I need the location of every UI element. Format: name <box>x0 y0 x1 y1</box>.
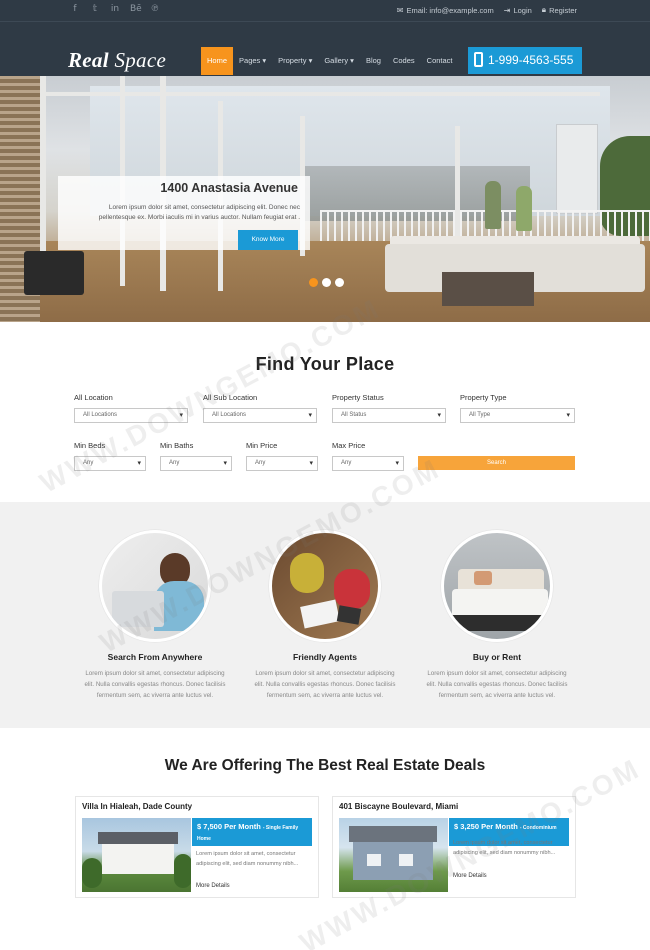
window-frame <box>40 92 600 96</box>
behance-icon[interactable]: Bē <box>130 4 142 14</box>
location-select[interactable]: All Locations <box>74 408 188 423</box>
nav-codes[interactable]: Codes <box>387 47 421 75</box>
feature-card: Buy or Rent Lorem ipsum dolor sit amet, … <box>422 530 572 701</box>
max-price-select[interactable]: Any <box>332 456 404 471</box>
hero-chair <box>24 251 84 295</box>
phone-number: 1-999-4563-555 <box>488 53 574 67</box>
feature-title: Friendly Agents <box>293 652 357 662</box>
pinterest-icon[interactable]: ℗ <box>150 4 160 14</box>
search-button[interactable]: Search <box>418 456 575 470</box>
nav-gallery[interactable]: Gallery ▾ <box>318 47 360 75</box>
feature-text: Lorem ipsum dolor sit amet, consectetur … <box>426 670 568 699</box>
window-frame <box>455 126 460 246</box>
deal-name[interactable]: Villa In Hialeah, Dade County <box>82 802 192 811</box>
slide-caption: 1400 Anastasia Avenue Lorem ipsum dolor … <box>58 176 310 250</box>
slider-dot[interactable] <box>335 278 344 287</box>
lock-icon: 🔒︎ <box>541 5 547 14</box>
top-bar: f 𝕥 in Bē ℗ ✉ Email: info@example.com ⇥ … <box>0 0 650 22</box>
beds-label: Min Beds <box>74 441 106 450</box>
nav-contact[interactable]: Contact <box>421 47 459 75</box>
linkedin-icon[interactable]: in <box>110 4 120 14</box>
baths-select[interactable]: Any <box>160 456 232 471</box>
status-label: Property Status <box>332 393 384 402</box>
sub-location-label: All Sub Location <box>203 393 258 402</box>
top-links: ✉ Email: info@example.com ⇥ Login 🔒︎ Reg… <box>397 5 577 15</box>
twitter-icon[interactable]: 𝕥 <box>90 4 100 14</box>
login-icon: ⇥ <box>503 5 511 15</box>
window-frame <box>40 76 46 276</box>
max-price-label: Max Price <box>332 441 366 450</box>
deal-more-link[interactable]: More Details <box>453 873 487 879</box>
feature-image <box>269 530 381 642</box>
nav-blog[interactable]: Blog <box>360 47 387 75</box>
main-nav: Home Pages ▾ Property ▾ Gallery ▾ Blog C… <box>201 47 459 75</box>
deal-card[interactable]: Villa In Hialeah, Dade County $ 7,500 Pe… <box>75 796 319 898</box>
deal-price: $ 3,250 Per Month <box>454 822 518 831</box>
phone-button[interactable]: 1-999-4563-555 <box>468 47 582 74</box>
features-section: Search From Anywhere Lorem ipsum dolor s… <box>0 502 650 728</box>
sub-location-select[interactable]: All Locations <box>203 408 317 423</box>
feature-image <box>99 530 211 642</box>
min-price-select[interactable]: Any <box>246 456 318 471</box>
hero-table <box>442 272 534 306</box>
location-label: All Location <box>74 393 113 402</box>
nav-pages[interactable]: Pages ▾ <box>233 47 272 75</box>
hero-person <box>485 181 501 229</box>
feature-title: Search From Anywhere <box>107 652 203 662</box>
feature-card: Search From Anywhere Lorem ipsum dolor s… <box>80 530 230 701</box>
envelope-icon: ✉ <box>396 5 404 15</box>
site-logo[interactable]: Real Space <box>68 48 166 73</box>
feature-card: Friendly Agents Lorem ipsum dolor sit am… <box>250 530 400 701</box>
hero-tower <box>556 124 598 214</box>
deal-more-link[interactable]: More Details <box>196 883 230 889</box>
baths-label: Min Baths <box>160 441 194 450</box>
email-link[interactable]: ✉ Email: info@example.com <box>397 5 494 15</box>
feature-text: Lorem ipsum dolor sit amet, consectetur … <box>254 670 396 699</box>
register-link[interactable]: 🔒︎ Register <box>542 5 577 15</box>
nav-home[interactable]: Home <box>201 47 234 75</box>
deal-name[interactable]: 401 Biscayne Boulevard, Miami <box>339 802 458 811</box>
email-text: Email: info@example.com <box>406 5 494 15</box>
beds-select[interactable]: Any <box>74 456 146 471</box>
deal-description: Lorem ipsum dolor sit amet, consectetur … <box>453 840 556 856</box>
login-link[interactable]: ⇥ Login <box>504 5 532 15</box>
mobile-phone-icon <box>474 52 483 67</box>
deal-price-badge: $ 7,500 Per Month - Single Family Home <box>192 818 312 846</box>
slider-dot[interactable] <box>322 278 331 287</box>
min-price-label: Min Price <box>246 441 278 450</box>
feature-text: Lorem ipsum dolor sit amet, consectetur … <box>84 670 226 699</box>
type-select[interactable]: All Type <box>460 408 575 423</box>
type-label: Property Type <box>460 393 507 402</box>
social-links: f 𝕥 in Bē ℗ <box>70 4 160 14</box>
know-more-button[interactable]: Know More <box>238 230 298 250</box>
logo-bold: Real <box>68 48 109 72</box>
status-select[interactable]: All Status <box>332 408 446 423</box>
deal-photo[interactable] <box>82 818 191 892</box>
slide-text: Lorem ipsum dolor sit amet, consectetur … <box>98 204 300 221</box>
deals-title: We Are Offering The Best Real Estate Dea… <box>164 757 486 774</box>
facebook-icon[interactable]: f <box>70 4 80 14</box>
deal-photo[interactable] <box>339 818 448 892</box>
nav-property[interactable]: Property ▾ <box>272 47 318 75</box>
site-header: f 𝕥 in Bē ℗ ✉ Email: info@example.com ⇥ … <box>0 0 650 76</box>
feature-image <box>441 530 553 642</box>
login-text: Login <box>513 5 532 15</box>
deal-tag: - Condominium <box>519 825 557 831</box>
deal-price: $ 7,500 Per Month <box>197 822 261 831</box>
deal-card[interactable]: 401 Biscayne Boulevard, Miami $ 3,250 Pe… <box>332 796 576 898</box>
slider-dots <box>309 278 344 287</box>
logo-light: Space <box>114 48 167 72</box>
slider-dot[interactable] <box>309 278 318 287</box>
feature-title: Buy or Rent <box>472 652 522 662</box>
register-text: Register <box>549 5 577 15</box>
hero-person <box>516 186 532 231</box>
search-title: Find Your Place <box>255 354 395 374</box>
slide-title: 1400 Anastasia Avenue <box>160 181 298 195</box>
deal-description: Lorem ipsum dolor sit amet, consectetur … <box>196 851 299 867</box>
